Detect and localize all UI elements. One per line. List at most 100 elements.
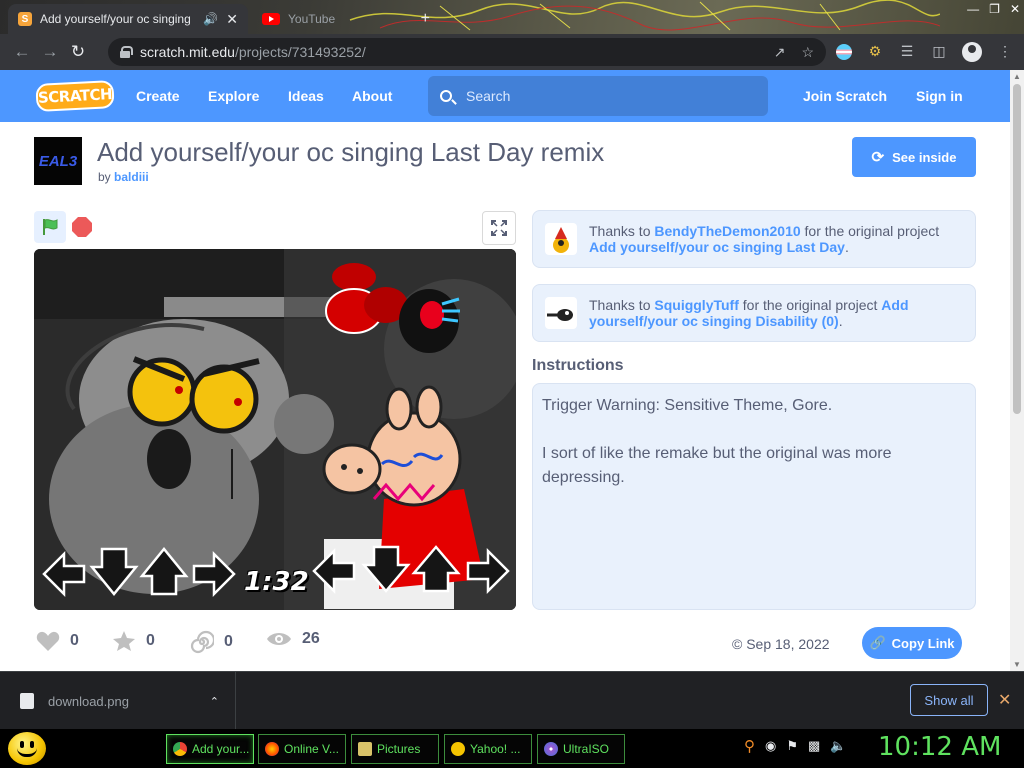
- sign-in-link[interactable]: Sign in: [916, 88, 963, 104]
- credit-project-link[interactable]: Add yourself/your oc singing Last Day: [589, 239, 845, 255]
- love-stat[interactable]: 0: [36, 630, 79, 652]
- author-link[interactable]: baldiii: [114, 170, 149, 184]
- show-all-button[interactable]: Show all: [910, 684, 988, 716]
- scrollbar-thumb[interactable]: [1013, 84, 1021, 414]
- scroll-down-icon[interactable]: ▼: [1013, 660, 1021, 669]
- heart-icon: [36, 631, 60, 651]
- window-close-icon[interactable]: ✕: [1010, 2, 1020, 16]
- download-item[interactable]: download.png ⌃: [0, 672, 236, 730]
- scratch-logo[interactable]: SCRATCH: [35, 79, 115, 113]
- media-queue-icon[interactable]: ☰: [898, 43, 916, 61]
- views-count: 26: [302, 630, 320, 647]
- instructions-text[interactable]: Trigger Warning: Sensitive Theme, Gore. …: [532, 383, 976, 610]
- bookmark-star-icon[interactable]: ☆: [801, 44, 814, 61]
- address-bar[interactable]: scratch.mit.edu/projects/731493252/ ↗ ☆: [108, 38, 826, 66]
- start-smiley-icon[interactable]: [8, 732, 46, 765]
- scratch-navbar: SCRATCH Create Explore Ideas About Join …: [0, 70, 1010, 122]
- project-header: EAL3 Add yourself/your oc singing Last D…: [34, 137, 976, 197]
- search-tray-icon[interactable]: ⚲: [744, 737, 755, 755]
- volume-tray-icon[interactable]: 🔈: [830, 738, 846, 754]
- forward-arrow-icon[interactable]: →: [36, 42, 64, 62]
- love-count: 0: [70, 632, 79, 649]
- lock-icon[interactable]: [120, 46, 133, 58]
- copy-link-button[interactable]: 🔗 Copy Link: [862, 627, 962, 659]
- nav-ideas[interactable]: Ideas: [288, 88, 324, 104]
- page-scrollbar[interactable]: ▲ ▼: [1010, 70, 1024, 671]
- share-icon[interactable]: ↗: [774, 44, 786, 61]
- credit-user-link[interactable]: SquigglyTuff: [654, 297, 739, 313]
- favorite-stat[interactable]: 0: [112, 630, 155, 652]
- star-icon: [113, 631, 135, 651]
- credit-card: Thanks to SquigglyTuff for the original …: [532, 284, 976, 342]
- credit-middle: for the original project: [804, 223, 940, 239]
- flag-tray-icon[interactable]: ⚑: [786, 738, 798, 754]
- nav-about[interactable]: About: [352, 88, 392, 104]
- credit-user-link[interactable]: BendyTheDemon2010: [654, 223, 800, 239]
- fullscreen-button[interactable]: [482, 211, 516, 245]
- search-icon: [440, 90, 452, 102]
- tab-title: Add yourself/your oc singing: [40, 12, 191, 26]
- menu-kebab-icon[interactable]: ⋮: [996, 43, 1014, 61]
- side-panel-icon[interactable]: ◫: [930, 43, 948, 61]
- extension-flag-icon[interactable]: [836, 44, 852, 60]
- taskbar-item-firefox[interactable]: Online V...: [258, 734, 346, 764]
- date-text: Sep 18, 2022: [746, 636, 830, 652]
- browser-toolbar: ← → ↻ scratch.mit.edu/projects/731493252…: [0, 34, 1024, 70]
- omnibox-actions: ↗ ☆: [774, 44, 814, 61]
- credit-avatar[interactable]: [545, 297, 577, 329]
- nav-create[interactable]: Create: [136, 88, 180, 104]
- downloads-close-icon[interactable]: ✕: [998, 690, 1011, 710]
- url-path: /projects/731493252/: [234, 44, 366, 60]
- downloads-bar: download.png ⌃ Show all ✕: [0, 671, 1024, 730]
- link-icon: 🔗: [869, 635, 886, 650]
- tab-scratch-project[interactable]: S Add yourself/your oc singing 🔊 ✕: [8, 4, 248, 34]
- search-input[interactable]: [466, 88, 746, 104]
- squiggly-avatar-icon: [547, 309, 573, 321]
- chevron-up-icon[interactable]: ⌃: [210, 695, 219, 708]
- credit-suffix: .: [838, 313, 843, 329]
- see-inside-button[interactable]: ⟳ See inside: [852, 137, 976, 177]
- favorite-count: 0: [146, 632, 155, 649]
- extensions-puzzle-icon[interactable]: ⚙: [866, 43, 884, 61]
- scroll-up-icon[interactable]: ▲: [1013, 72, 1021, 81]
- taskbar-item-yahoo[interactable]: Yahoo! ...: [444, 734, 532, 764]
- page-title: Add yourself/your oc singing Last Day re…: [97, 137, 605, 167]
- url-text[interactable]: scratch.mit.edu/projects/731493252/: [140, 44, 366, 60]
- credit-middle: for the original project: [742, 297, 878, 313]
- taskbar-label: Pictures: [377, 742, 421, 756]
- download-filename: download.png: [48, 693, 129, 709]
- youtube-icon: [262, 13, 280, 25]
- taskbar-item-chrome[interactable]: Add your...: [166, 734, 254, 764]
- profile-avatar-icon[interactable]: [962, 42, 982, 62]
- speaker-icon[interactable]: 🔊: [203, 12, 218, 26]
- taskbar-item-pictures[interactable]: Pictures: [351, 734, 439, 764]
- search-box[interactable]: [428, 76, 768, 116]
- taskbar-item-ultraiso[interactable]: UltraISO: [537, 734, 625, 764]
- stop-button[interactable]: [72, 217, 92, 237]
- maximize-icon[interactable]: ❐: [989, 2, 1000, 16]
- author-avatar[interactable]: EAL3: [34, 137, 82, 185]
- see-inside-label: See inside: [892, 149, 957, 165]
- avatar-text: EAL3: [38, 152, 78, 170]
- new-tab-plus-icon[interactable]: +: [421, 10, 430, 28]
- remix-arrows-icon: ⟳: [871, 149, 885, 166]
- bendy-avatar-icon: [553, 227, 569, 253]
- green-flag-button[interactable]: [34, 211, 66, 243]
- window-controls: — ❐ ✕: [967, 2, 1020, 16]
- tab-close-icon[interactable]: ✕: [226, 11, 238, 28]
- tab-youtube[interactable]: YouTube +: [256, 6, 436, 32]
- toolbar-right: ⚙ ☰ ◫ ⋮: [836, 42, 1014, 62]
- project-stage[interactable]: 1:32: [34, 249, 516, 610]
- nav-explore[interactable]: Explore: [208, 88, 259, 104]
- firefox-icon: [265, 742, 279, 756]
- join-scratch-link[interactable]: Join Scratch: [803, 88, 887, 104]
- minimize-icon[interactable]: —: [967, 2, 979, 16]
- eye-icon: [267, 633, 291, 645]
- reload-icon[interactable]: ↻: [64, 42, 92, 62]
- credit-avatar[interactable]: [545, 223, 577, 255]
- network-tray-icon[interactable]: ▩: [808, 738, 820, 754]
- back-arrow-icon[interactable]: ←: [8, 42, 36, 62]
- system-tray: ⚲ ◉ ⚑ ▩ 🔈: [744, 737, 846, 755]
- shutdown-tray-icon[interactable]: ◉: [765, 738, 776, 754]
- shared-date: © Sep 18, 2022: [732, 636, 830, 652]
